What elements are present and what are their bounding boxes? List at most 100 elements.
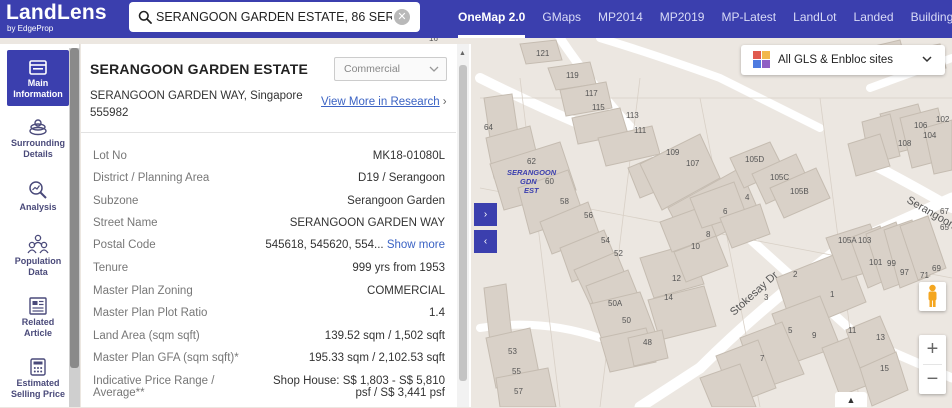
nav-onemap[interactable]: OneMap 2.0	[458, 0, 525, 38]
nav-building-height[interactable]: Building Height	[911, 0, 952, 38]
pegman-icon	[919, 282, 946, 311]
zoom-out-button[interactable]: −	[919, 365, 946, 394]
nav-mp-latest[interactable]: MP-Latest	[721, 0, 776, 38]
zoom-in-button[interactable]: +	[919, 335, 946, 364]
expand-panel-button[interactable]: ›	[474, 203, 497, 226]
lot-number-label: 109	[666, 148, 680, 157]
lot-number-label: 108	[898, 139, 912, 148]
lot-number-label: 55	[512, 367, 521, 376]
sidebar-tab-label: Related Article	[7, 317, 69, 339]
sidebar-tab-main-information[interactable]: Main Information	[7, 50, 69, 106]
lot-number-label: 50	[622, 316, 631, 325]
lot-number-label: 3	[764, 293, 769, 302]
row-value: COMMERCIAL	[367, 285, 445, 297]
lot-number-label: 1	[830, 290, 835, 299]
lot-number-label: 105D	[745, 155, 764, 164]
row-key-line2: Average**	[93, 387, 145, 399]
row-key-line1: Indicative Price Range /	[93, 375, 214, 387]
lot-number-label: 9	[812, 331, 817, 340]
lot-number-label: 11	[848, 326, 857, 335]
magnifier-chart-icon	[7, 178, 69, 200]
row-value: MK18-01080L	[373, 150, 445, 162]
row-value: 545618, 545620, 554... Show more	[265, 239, 445, 251]
row-value-line1: Shop House: S$ 1,803 - S$ 5,810	[273, 375, 445, 387]
scroll-up-arrow-icon[interactable]: ▲	[459, 50, 466, 57]
chevron-down-icon	[922, 53, 932, 68]
gls-dropdown-label: All GLS & Enbloc sites	[778, 54, 893, 66]
logo-tagline: by EdgeProp	[7, 24, 107, 33]
sidebar: Main Information Surrounding Details Ana…	[0, 44, 80, 407]
logo[interactable]: LandLens by EdgeProp	[6, 2, 107, 33]
sidebar-tab-analysis[interactable]: Analysis	[7, 178, 69, 213]
estate-label-line2: GDN	[520, 177, 537, 186]
row-key: Postal Code	[93, 239, 156, 251]
row-value: SERANGOON GARDEN WAY	[290, 217, 445, 229]
lot-number-label: 102	[936, 115, 950, 124]
lot-number-label: 58	[560, 197, 569, 206]
sidebar-scrollbar-thumb[interactable]	[70, 48, 79, 368]
row-value: 1.4	[429, 307, 445, 319]
people-group-icon	[7, 232, 69, 254]
bottom-expand-button[interactable]: ▲	[835, 392, 867, 407]
divider	[81, 132, 456, 133]
panel-scrollbar[interactable]: ▲	[457, 44, 469, 407]
lot-number-label: 69	[932, 264, 941, 273]
lot-number-label: 16	[429, 38, 438, 43]
lot-number-label: 104	[923, 131, 937, 140]
row-value: D19 / Serangoon	[358, 172, 445, 184]
lot-number-label: 5	[788, 326, 793, 335]
lot-number-label: 107	[686, 159, 700, 168]
browser-window-icon	[7, 50, 69, 76]
show-more-link[interactable]: Show more	[387, 239, 445, 251]
close-icon[interactable]: ✕	[394, 9, 410, 25]
gls-enbloc-dropdown[interactable]: All GLS & Enbloc sites	[741, 45, 945, 75]
lot-number-label: 60	[545, 177, 554, 186]
sidebar-tab-estimated-selling-price[interactable]: Estimated Selling Price	[7, 354, 69, 400]
lot-number-label: 101	[869, 258, 883, 267]
nav-landed[interactable]: Landed	[854, 0, 894, 38]
row-key: Lot No	[93, 150, 127, 162]
sidebar-tab-population-data[interactable]: Population Data	[7, 232, 69, 278]
sidebar-tab-label: Population Data	[7, 256, 69, 278]
category-select-value: Commercial	[344, 63, 400, 75]
lot-number-label: 105C	[770, 173, 789, 182]
chevron-left-icon: ‹	[484, 236, 487, 247]
category-select[interactable]: Commercial	[334, 57, 447, 81]
sidebar-tab-label: Main Information	[7, 78, 69, 100]
lot-number-label: 10	[691, 242, 700, 251]
collapse-panel-button[interactable]: ‹	[474, 230, 497, 253]
sidebar-tab-surrounding-details[interactable]: Surrounding Details	[7, 114, 69, 160]
row-key: Indicative Price Range /Average**	[93, 375, 214, 399]
row-key: Street Name	[93, 217, 158, 229]
sidebar-tab-related-article[interactable]: Related Article	[7, 293, 69, 339]
page-title: SERANGOON GARDEN ESTATE	[90, 61, 308, 77]
address-line2: 555982	[90, 105, 305, 122]
estate-label-line3: EST	[524, 186, 540, 195]
street-view-pegman[interactable]	[919, 282, 946, 311]
lot-number-label: 50A	[608, 299, 623, 308]
panel-scrollbar-thumb[interactable]	[459, 65, 467, 381]
chevron-up-icon: ▲	[847, 395, 856, 405]
lot-number-label: 105A	[838, 236, 857, 245]
lot-number-label: 97	[900, 268, 909, 277]
top-bar: LandLens by EdgeProp ✕ OneMap 2.0 GMaps …	[0, 0, 952, 38]
nav-mp2019[interactable]: MP2019	[660, 0, 705, 38]
sidebar-scrollbar[interactable]	[69, 48, 80, 407]
lot-number-label: 57	[514, 387, 523, 396]
address-line1: SERANGOON GARDEN WAY, Singapore	[90, 88, 305, 105]
lot-number-label: 52	[614, 249, 623, 258]
lot-number-label: 117	[585, 89, 598, 98]
logo-name: LandLens	[6, 2, 107, 24]
lot-number-label: 113	[626, 111, 639, 120]
lot-number-label: 14	[664, 293, 673, 302]
search-input[interactable]	[156, 7, 392, 27]
lot-number-label: 71	[920, 271, 929, 280]
search-box: ✕	[129, 2, 420, 32]
nav-landlot[interactable]: LandLot	[793, 0, 836, 38]
view-more-research-link[interactable]: View More in Research›	[321, 96, 447, 108]
lot-number-label: 6	[723, 207, 728, 216]
nav-gmaps[interactable]: GMaps	[542, 0, 581, 38]
lot-number-label: 103	[858, 236, 872, 245]
nav-mp2014[interactable]: MP2014	[598, 0, 643, 38]
row-value-line2: psf / S$ 3,441 psf	[355, 387, 445, 399]
